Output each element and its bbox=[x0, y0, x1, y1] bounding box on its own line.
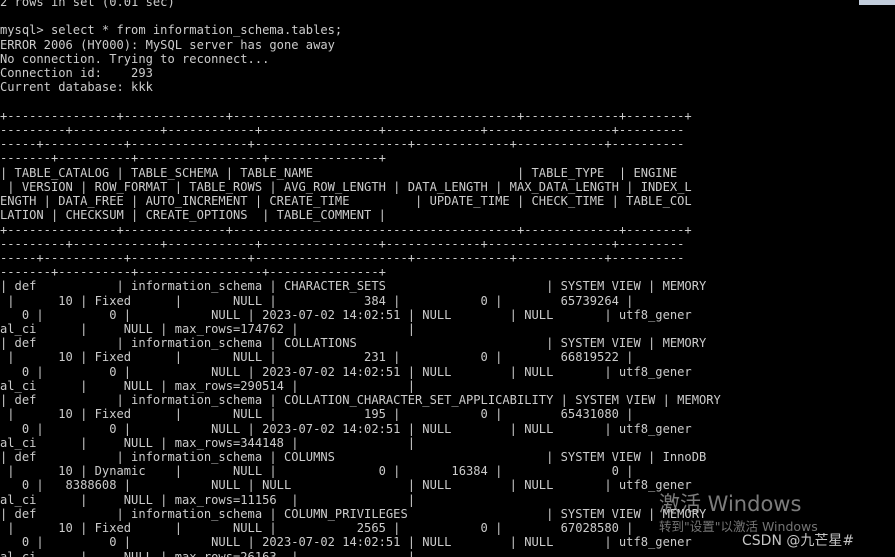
console-output-text: 2 rows in set (0.01 sec) mysql> select *… bbox=[0, 0, 721, 557]
mysql-console-window: 2 rows in set (0.01 sec) mysql> select *… bbox=[0, 0, 895, 557]
console-output-surface[interactable]: 2 rows in set (0.01 sec) mysql> select *… bbox=[0, 0, 859, 557]
desktop-background-strip-right bbox=[859, 0, 895, 5]
